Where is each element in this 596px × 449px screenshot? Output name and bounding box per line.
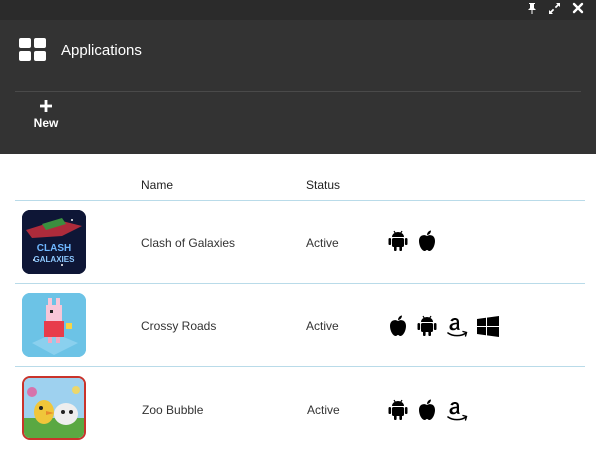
column-header-status: Status [306, 178, 341, 192]
app-status: Active [306, 236, 339, 250]
header-divider [15, 91, 581, 92]
app-name[interactable]: Crossy Roads [141, 319, 216, 333]
apple-icon [390, 315, 406, 336]
app-name[interactable]: Zoo Bubble [142, 403, 203, 417]
amazon-icon [447, 318, 468, 337]
platform-icons [388, 397, 468, 423]
app-status: Active [306, 319, 339, 333]
new-button[interactable]: New [26, 98, 66, 138]
new-button-label: New [33, 116, 59, 130]
android-icon [417, 315, 437, 336]
app-thumbnail-crossy-roads [22, 293, 86, 357]
column-header-name: Name [141, 178, 174, 192]
close-icon[interactable] [571, 2, 584, 15]
apps-grid-icon [19, 38, 46, 61]
app-header: Applications New [0, 0, 596, 154]
table-header: Name Status [15, 168, 585, 201]
table-row[interactable]: CLASH GALAXIES Clash of Galaxies Active [15, 201, 585, 284]
windows-icon [477, 315, 499, 337]
pin-icon[interactable] [525, 2, 538, 15]
platform-icons [388, 313, 499, 339]
applications-table: Name Status CLASH GALAXIES Clash of Gala… [15, 168, 585, 449]
app-thumbnail-zoo-bubble [22, 376, 86, 440]
window-title-strip [0, 0, 596, 20]
window-controls [525, 0, 584, 16]
apple-icon [419, 399, 435, 420]
page-title: Applications [61, 41, 142, 59]
expand-icon[interactable] [548, 2, 561, 15]
android-icon [388, 230, 408, 251]
header-title-row: Applications [19, 38, 142, 62]
thumb-title-1: CLASH [37, 243, 71, 254]
app-status: Active [307, 403, 340, 417]
table-row[interactable]: Zoo Bubble Active [15, 367, 585, 449]
plus-icon [40, 100, 52, 112]
app-name[interactable]: Clash of Galaxies [141, 236, 235, 250]
android-icon [388, 399, 408, 420]
app-thumbnail-clash-of-galaxies: CLASH GALAXIES [22, 210, 86, 274]
platform-icons [388, 230, 437, 252]
table-row[interactable]: Crossy Roads Active [15, 284, 585, 367]
apple-icon [419, 230, 435, 251]
amazon-icon [447, 402, 468, 421]
thumb-title-2: GALAXIES [34, 255, 76, 264]
